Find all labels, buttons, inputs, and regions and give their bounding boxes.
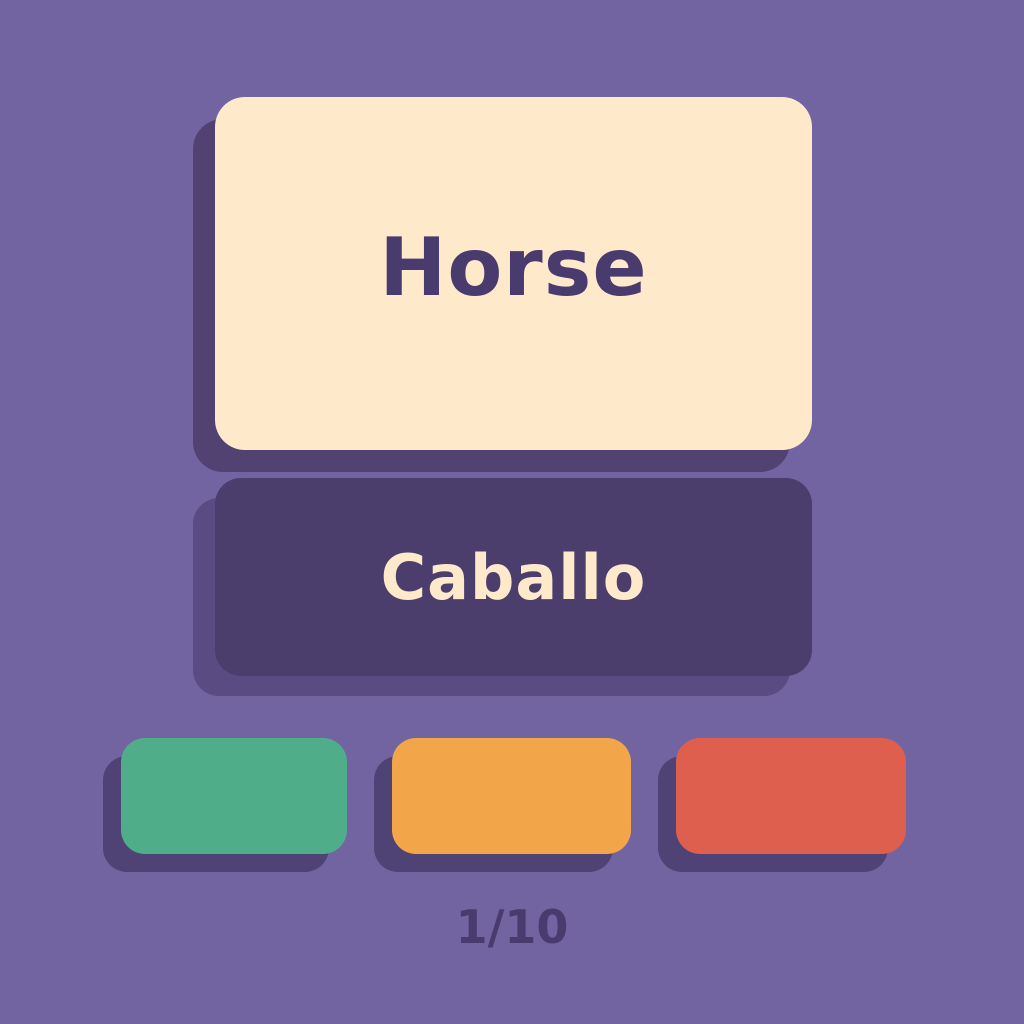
flashcard-app: Horse Caballo 1/10	[0, 0, 1024, 1024]
flashcard-translation: Caballo	[380, 540, 647, 614]
progress-counter: 1/10	[455, 900, 569, 954]
rate-red-button[interactable]	[676, 738, 906, 854]
flashcard-front[interactable]: Horse	[215, 97, 812, 450]
flashcard-word: Horse	[379, 221, 648, 314]
flashcard-answer[interactable]: Caballo	[215, 478, 812, 676]
rate-orange-button[interactable]	[392, 738, 631, 854]
rate-green-button[interactable]	[121, 738, 347, 854]
